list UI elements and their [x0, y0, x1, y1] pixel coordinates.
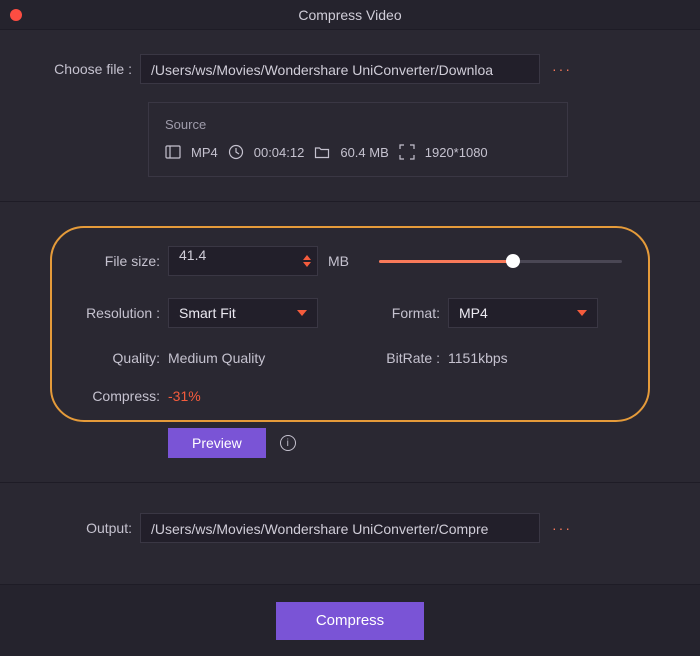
bitrate-label: BitRate :	[378, 350, 448, 366]
resolution-select[interactable]: Smart Fit	[168, 298, 318, 328]
compress-label: Compress:	[78, 388, 168, 404]
quality-label: Quality:	[78, 350, 168, 366]
chevron-down-icon	[577, 310, 587, 316]
source-info-box: Source MP4 00:04:12 60.4 MB 1920*1080	[148, 102, 568, 177]
browse-output-button[interactable]: ···	[552, 520, 572, 536]
quality-value: Medium Quality	[168, 350, 318, 366]
preview-button[interactable]: Preview	[168, 428, 266, 458]
settings-section: File size: 41.4 MB Resolution :	[0, 202, 700, 482]
close-window-button[interactable]	[10, 9, 22, 21]
source-format: MP4	[191, 145, 218, 160]
file-size-label: File size:	[78, 253, 168, 269]
browse-file-button[interactable]: ···	[552, 61, 572, 77]
output-label: Output:	[40, 520, 140, 536]
resolution-icon	[399, 144, 415, 160]
output-section: Output: /Users/ws/Movies/Wondershare Uni…	[0, 482, 700, 543]
file-size-step-up[interactable]	[303, 255, 311, 260]
slider-thumb[interactable]	[506, 254, 520, 268]
format-select[interactable]: MP4	[448, 298, 598, 328]
file-size-slider[interactable]	[379, 251, 622, 271]
compress-button[interactable]: Compress	[276, 602, 424, 640]
folder-icon	[314, 144, 330, 160]
resolution-label: Resolution :	[78, 305, 168, 321]
source-resolution: 1920*1080	[425, 145, 488, 160]
file-size-input[interactable]: 41.4	[168, 246, 318, 276]
output-path[interactable]: /Users/ws/Movies/Wondershare UniConverte…	[140, 513, 540, 543]
bitrate-value: 1151kbps	[448, 350, 508, 366]
format-label: Format:	[378, 305, 448, 321]
choose-file-path[interactable]: /Users/ws/Movies/Wondershare UniConverte…	[140, 54, 540, 84]
file-size-unit: MB	[328, 253, 349, 269]
source-duration: 00:04:12	[254, 145, 305, 160]
file-size-step-down[interactable]	[303, 262, 311, 267]
input-section: Choose file : /Users/ws/Movies/Wondersha…	[0, 30, 700, 202]
compress-value: -31%	[168, 388, 201, 404]
window-title: Compress Video	[0, 7, 700, 23]
choose-file-label: Choose file :	[40, 61, 140, 77]
clock-icon	[228, 144, 244, 160]
info-icon[interactable]: i	[280, 435, 296, 451]
file-size-input-wrap: 41.4	[168, 246, 318, 276]
footer: Compress	[0, 584, 700, 656]
source-title: Source	[165, 117, 551, 132]
chevron-down-icon	[297, 310, 307, 316]
source-size: 60.4 MB	[340, 145, 388, 160]
video-file-icon	[165, 144, 181, 160]
settings-highlight: File size: 41.4 MB Resolution :	[50, 226, 650, 422]
titlebar: Compress Video	[0, 0, 700, 30]
